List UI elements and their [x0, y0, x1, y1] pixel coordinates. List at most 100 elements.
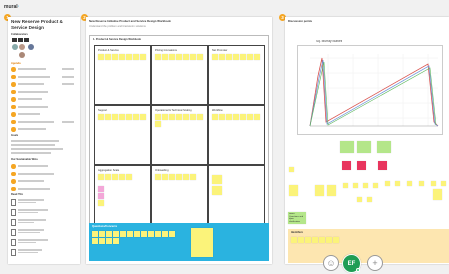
sticky-note[interactable] — [239, 114, 246, 120]
sticky-note[interactable] — [196, 114, 203, 120]
agenda-item[interactable] — [11, 104, 76, 109]
sticky-note[interactable] — [378, 161, 387, 170]
sticky-note[interactable] — [342, 161, 351, 170]
avatar[interactable] — [19, 44, 25, 50]
sticky-note[interactable] — [105, 231, 112, 237]
agenda-item[interactable] — [11, 127, 76, 132]
resource-item[interactable] — [11, 239, 71, 246]
sticky-note[interactable] — [353, 183, 358, 188]
sticky-note[interactable] — [182, 114, 189, 120]
add-collaborator-button[interactable]: + — [367, 255, 383, 271]
sticky-note[interactable] — [125, 114, 132, 120]
sticky-note[interactable] — [125, 54, 132, 60]
sticky-note[interactable] — [212, 186, 222, 195]
sticky-note[interactable] — [182, 54, 189, 60]
sticky-note[interactable] — [253, 114, 260, 120]
sticky-note[interactable] — [357, 161, 366, 170]
sticky-note[interactable] — [304, 237, 311, 243]
sticky-note[interactable] — [357, 197, 362, 202]
sticky-note[interactable] — [92, 237, 98, 244]
questions-panel[interactable]: Questions/Concerns — [89, 223, 269, 261]
agenda-item[interactable] — [11, 97, 76, 102]
agenda-item[interactable] — [11, 112, 76, 117]
grid-cell[interactable]: Pricing Innovations — [151, 45, 208, 105]
sticky-note[interactable] — [104, 114, 111, 120]
sticky-note[interactable] — [395, 181, 400, 186]
sticky-note[interactable] — [246, 114, 253, 120]
sticky-note[interactable] — [182, 174, 189, 180]
sticky-note[interactable] — [98, 237, 105, 244]
sticky-note[interactable] — [155, 54, 161, 60]
sticky-note[interactable] — [154, 231, 161, 237]
sticky-note[interactable] — [289, 185, 298, 196]
sticky-note[interactable] — [225, 114, 232, 120]
grid-cell[interactable]: Net Promoter — [208, 45, 265, 105]
grid-cell[interactable]: Product & Service — [94, 45, 151, 105]
sticky-note[interactable] — [367, 197, 372, 202]
avatar[interactable] — [12, 44, 18, 50]
sticky-note[interactable] — [373, 183, 378, 188]
grid-cell[interactable]: Operational & Technical Scaling — [151, 105, 208, 165]
grid-cell[interactable]: Aggregation Scale — [94, 165, 151, 225]
sticky-note[interactable] — [357, 141, 371, 153]
sticky-note[interactable] — [111, 174, 118, 180]
sticky-note[interactable] — [289, 167, 294, 172]
sticky-note[interactable] — [155, 114, 161, 120]
sticky-note[interactable] — [125, 174, 132, 180]
agenda-item[interactable] — [11, 82, 76, 87]
sticky-note[interactable] — [168, 54, 175, 60]
sticky-note[interactable] — [431, 181, 436, 186]
sticky-note[interactable] — [327, 185, 336, 196]
sticky-note[interactable] — [441, 181, 446, 186]
sticky-note[interactable] — [315, 185, 324, 196]
grid-cell[interactable] — [208, 165, 265, 225]
sticky-note[interactable] — [363, 183, 368, 188]
chart-area[interactable]: Sq. Murray Burkes — [297, 40, 443, 135]
sticky-note[interactable] — [340, 141, 354, 153]
sticky-note[interactable] — [98, 192, 104, 199]
sticky-note[interactable] — [419, 181, 424, 186]
sticky-note[interactable] — [407, 181, 412, 186]
sticky-note[interactable] — [377, 141, 391, 153]
sticky-note[interactable] — [161, 231, 168, 237]
resource-item[interactable] — [11, 199, 71, 206]
resource-item[interactable] — [11, 249, 71, 256]
sticky-note[interactable] — [126, 231, 133, 237]
sticky-note[interactable] — [139, 54, 146, 60]
sticky-note[interactable] — [385, 181, 390, 186]
sticky-note[interactable] — [332, 237, 339, 243]
sticky-note[interactable] — [111, 54, 118, 60]
sticky-note[interactable] — [212, 114, 218, 120]
sticky-note[interactable] — [161, 54, 168, 60]
grid-cell[interactable]: Onboarding — [151, 165, 208, 225]
sticky-note[interactable] — [218, 114, 225, 120]
sticky-note[interactable] — [98, 231, 105, 237]
agenda-item[interactable] — [11, 89, 76, 94]
sticky-note[interactable] — [140, 231, 147, 237]
sticky-note[interactable] — [105, 237, 112, 244]
sticky-note[interactable] — [232, 54, 239, 60]
sticky-note[interactable] — [168, 114, 175, 120]
sticky-note[interactable] — [139, 114, 146, 120]
sticky-note[interactable] — [98, 199, 104, 206]
sticky-note[interactable] — [119, 231, 126, 237]
app-logo[interactable]: mural· — [4, 4, 19, 10]
resource-item[interactable] — [11, 219, 71, 226]
sticky-note[interactable] — [104, 174, 111, 180]
sticky-note[interactable] — [218, 54, 225, 60]
sticky-note[interactable] — [325, 237, 332, 243]
resource-item[interactable] — [11, 229, 71, 236]
sticky-note[interactable] — [189, 174, 196, 180]
sticky-note[interactable] — [168, 231, 175, 237]
sticky-note[interactable] — [175, 174, 182, 180]
workbook-board[interactable]: 1. Product & Service Design Workbook Pro… — [89, 35, 269, 230]
sticky-note[interactable] — [147, 231, 154, 237]
avatar[interactable] — [28, 44, 34, 50]
agenda-item[interactable] — [11, 67, 76, 72]
sticky-note[interactable] — [98, 54, 104, 60]
sticky-note[interactable] — [132, 54, 139, 60]
notes-sticky[interactable]: Notes Questions and open clarification — [288, 212, 306, 224]
sticky-note[interactable] — [297, 237, 304, 243]
sticky-note[interactable] — [318, 237, 325, 243]
sticky-note[interactable] — [98, 186, 104, 192]
